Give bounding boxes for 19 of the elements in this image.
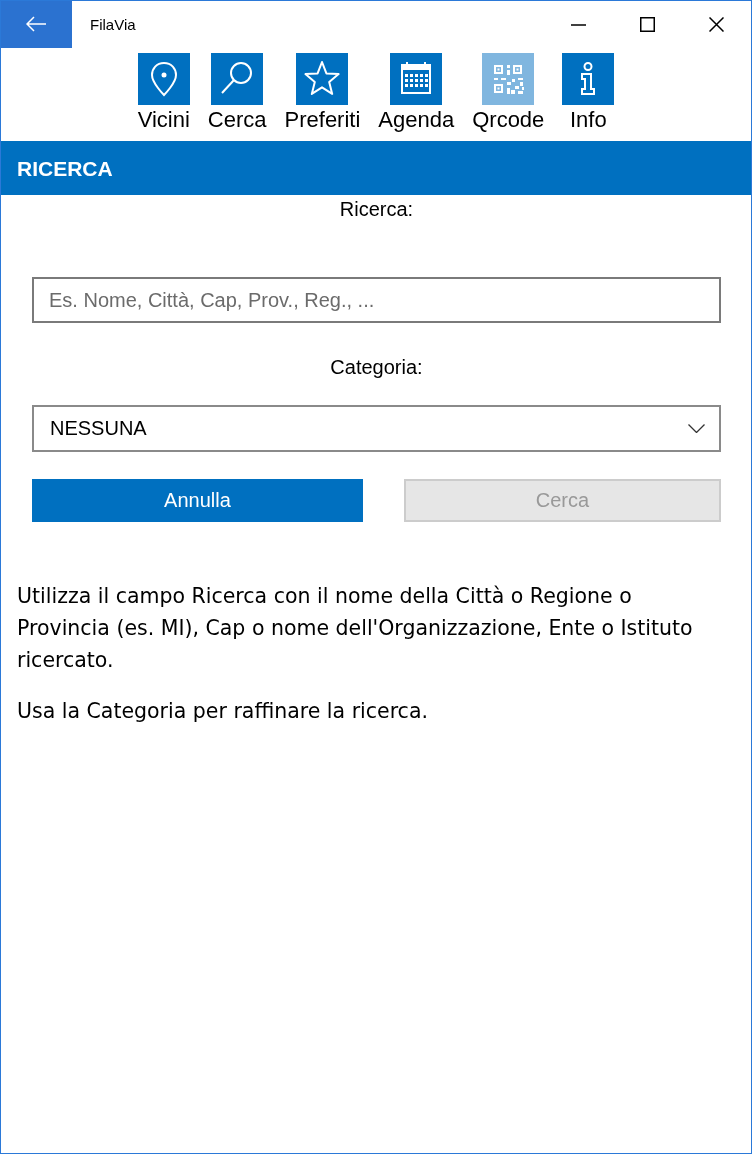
category-label: Categoria: [329,355,424,380]
help-paragraph: Usa la Categoria per raffinare la ricerca. [17,698,429,725]
search-label: Ricerca: [338,197,415,222]
minimize-icon[interactable] [571,23,586,26]
window-title: FilaVia [90,16,137,33]
toolbar-button[interactable]: Vicini [137,53,190,135]
help-paragraph: Utilizza il campo Ricerca con il nome della Città o Regione o Provincia (es. MI), Cap o nome dell'Organizzazione, Ente o Istituto ricercato. [17,583,694,674]
toolbar-button[interactable]: Preferiti [284,53,361,135]
toolbar-button[interactable]: Agenda [378,53,455,135]
search-field[interactable]: Es. Nome, Città, Cap, Prov., Reg., ... [32,277,721,323]
form-button[interactable]: Annulla [32,479,363,522]
toolbar-button[interactable]: Info [562,53,615,135]
close-icon[interactable] [709,17,724,32]
back-arrow-icon [26,16,46,32]
category-dropdown[interactable]: NESSUNA [32,405,721,452]
section-header: RICERCA [1,141,751,195]
maximize-icon[interactable] [640,17,655,32]
chevron-down-icon [688,424,705,433]
toolbar-button[interactable]: Cerca [207,53,267,135]
